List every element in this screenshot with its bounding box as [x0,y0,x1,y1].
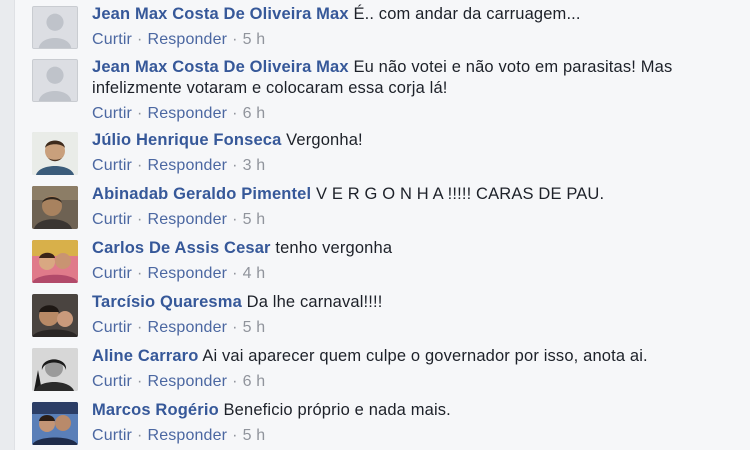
comment-timestamp[interactable]: 6 h [243,105,266,122]
separator-dot: · [137,31,143,48]
comment-author-link[interactable]: Abinadab Geraldo Pimentel [92,185,311,203]
comment-text: tenho vergonha [275,239,393,257]
like-link[interactable]: Curtir [92,373,132,390]
comment-text: É.. com andar da carruagem... [353,5,581,23]
default-avatar-icon[interactable] [32,6,78,49]
user-avatar[interactable] [32,402,78,445]
reply-link[interactable]: Responder [148,31,228,48]
comment-timestamp[interactable]: 3 h [243,157,266,174]
like-link[interactable]: Curtir [92,319,132,336]
separator-dot: · [137,319,143,336]
reply-link[interactable]: Responder [148,105,228,122]
comment-actions: Curtir · Responder · 6 h [92,103,741,124]
comment-text: Vergonha! [286,131,363,149]
reply-link[interactable]: Responder [148,373,228,390]
user-avatar[interactable] [32,186,78,229]
comment-author-link[interactable]: Carlos De Assis Cesar [92,239,271,257]
reply-link[interactable]: Responder [148,157,228,174]
comment-actions: Curtir · Responder · 3 h [92,155,741,176]
separator-dot: · [137,105,143,122]
separator-dot: · [137,373,143,390]
comment-body: Marcos Rogério Beneficio próprio e nada … [92,400,741,446]
separator-dot: · [232,211,238,228]
comment-actions: Curtir · Responder · 4 h [92,263,741,284]
comment-actions: Curtir · Responder · 5 h [92,317,741,338]
comment-author-link[interactable]: Jean Max Costa De Oliveira Max [92,5,349,23]
comment-body: Aline Carraro Ai vai aparecer quem culpe… [92,346,741,392]
comment-timestamp[interactable]: 5 h [243,211,266,228]
comment-timestamp[interactable]: 5 h [243,319,266,336]
comment-text: Beneficio próprio e nada mais. [223,401,451,419]
comment-body: Abinadab Geraldo Pimentel V E R G O N H … [92,184,741,230]
like-link[interactable]: Curtir [92,31,132,48]
separator-dot: · [232,319,238,336]
reply-link[interactable]: Responder [148,265,228,282]
comment-timestamp[interactable]: 4 h [243,265,266,282]
comment-actions: Curtir · Responder · 5 h [92,425,741,446]
comment-author-link[interactable]: Aline Carraro [92,347,199,365]
comment-author-link[interactable]: Tarcísio Quaresma [92,293,242,311]
comment-text: Da lhe carnaval!!!! [246,293,383,311]
separator-dot: · [232,31,238,48]
separator-dot: · [232,373,238,390]
comment-body: Júlio Henrique Fonseca Vergonha! Curtir ·… [92,130,741,176]
comment-author-link[interactable]: Marcos Rogério [92,401,219,419]
separator-dot: · [137,265,143,282]
comment-body: Jean Max Costa De Oliveira Max É.. com a… [92,4,741,50]
comment-text: Ai vai aparecer quem culpe o governador … [202,347,648,365]
user-avatar[interactable] [32,132,78,175]
like-link[interactable]: Curtir [92,105,132,122]
separator-dot: · [232,427,238,444]
like-link[interactable]: Curtir [92,157,132,174]
default-avatar-icon[interactable] [32,59,78,102]
comment-body: Tarcísio Quaresma Da lhe carnaval!!!! Cu… [92,292,741,338]
comment-author-link[interactable]: Júlio Henrique Fonseca [92,131,281,149]
separator-dot: · [137,157,143,174]
comments-panel: Jean Max Costa De Oliveira Max É.. com a… [14,0,750,450]
comment-text: V E R G O N H A !!!!! CARAS DE PAU. [315,185,605,203]
comment-body: Carlos De Assis Cesar tenho vergonha Cur… [92,238,741,284]
separator-dot: · [137,427,143,444]
comment-actions: Curtir · Responder · 5 h [92,209,741,230]
user-avatar[interactable] [32,294,78,337]
like-link[interactable]: Curtir [92,427,132,444]
reply-link[interactable]: Responder [148,319,228,336]
separator-dot: · [232,157,238,174]
user-avatar[interactable] [32,348,78,391]
comment-actions: Curtir · Responder · 5 h [92,29,741,50]
comment-timestamp[interactable]: 5 h [243,427,266,444]
like-link[interactable]: Curtir [92,265,132,282]
like-link[interactable]: Curtir [92,211,132,228]
reply-link[interactable]: Responder [148,427,228,444]
comment-timestamp[interactable]: 5 h [243,31,266,48]
comment-body: Jean Max Costa De Oliveira Max Eu não vo… [92,57,741,124]
reply-link[interactable]: Responder [148,211,228,228]
separator-dot: · [137,211,143,228]
comment-actions: Curtir · Responder · 6 h [92,371,741,392]
separator-dot: · [232,105,238,122]
separator-dot: · [232,265,238,282]
comment-timestamp[interactable]: 6 h [243,373,266,390]
user-avatar[interactable] [32,240,78,283]
comment-author-link[interactable]: Jean Max Costa De Oliveira Max [92,58,349,76]
